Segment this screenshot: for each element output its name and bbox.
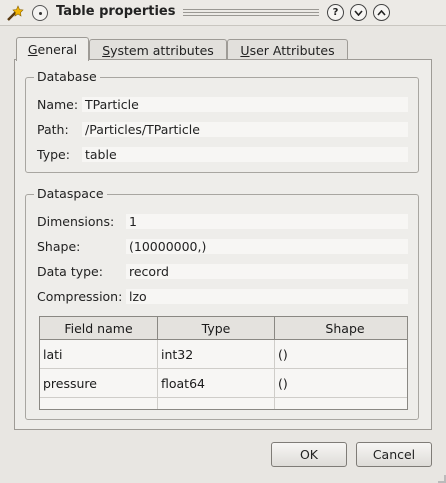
column-header-shape[interactable]: Shape	[275, 317, 407, 340]
fields-table[interactable]: Field name Type Shape lati int32 () pres…	[39, 316, 408, 410]
title-bar-grip	[183, 9, 319, 17]
tab-user-attributes-label: ser Attributes	[249, 42, 335, 58]
datatype-field[interactable]: record	[126, 264, 408, 279]
tab-general[interactable]: General	[16, 37, 89, 61]
resize-grip[interactable]	[438, 475, 446, 483]
table-cell[interactable]	[275, 398, 407, 409]
path-label: Path:	[37, 122, 69, 137]
tab-user-attributes[interactable]: User Attributes	[227, 39, 348, 60]
window-menu-icon[interactable]	[32, 5, 48, 21]
title-bar[interactable]: Table properties ?	[0, 0, 446, 26]
dataspace-group-title: Dataspace	[34, 186, 107, 201]
datatype-label: Data type:	[37, 264, 103, 279]
tab-general-mnemonic: G	[27, 42, 38, 57]
table-cell[interactable]	[158, 398, 275, 409]
tab-user-attributes-mnemonic: U	[240, 42, 250, 58]
wand-icon	[7, 5, 24, 21]
compression-field[interactable]: lzo	[126, 289, 408, 304]
table-cell[interactable]	[40, 398, 158, 409]
shape-field[interactable]: (10000000,)	[126, 239, 408, 254]
cancel-button[interactable]: Cancel	[356, 442, 432, 467]
database-group-title: Database	[34, 69, 100, 84]
compression-label: Compression:	[37, 289, 123, 304]
type-label: Type:	[37, 147, 70, 162]
type-field[interactable]: table	[82, 147, 408, 162]
table-cell[interactable]: pressure	[40, 369, 158, 398]
table-cell[interactable]: lati	[40, 340, 158, 369]
tab-system-attributes[interactable]: System attributes	[89, 39, 227, 60]
general-tab-panel: Database Name: TParticle Path: /Particle…	[14, 59, 432, 430]
chevron-down-icon	[354, 9, 363, 16]
dimensions-label: Dimensions:	[37, 214, 115, 229]
tab-system-attributes-label: ystem attributes	[110, 42, 214, 58]
ok-button[interactable]: OK	[271, 442, 347, 467]
tab-system-attributes-mnemonic: S	[102, 42, 111, 58]
path-field[interactable]: /Particles/TParticle	[82, 122, 408, 137]
minimize-button[interactable]	[350, 4, 367, 21]
name-field[interactable]: TParticle	[82, 97, 408, 112]
table-cell[interactable]: ()	[275, 340, 407, 369]
table-cell[interactable]: float64	[158, 369, 275, 398]
help-icon: ?	[332, 6, 339, 18]
tab-general-label: eneral	[37, 42, 78, 57]
maximize-button[interactable]	[373, 4, 390, 21]
name-label: Name:	[37, 97, 79, 112]
shape-label: Shape:	[37, 239, 81, 254]
table-cell[interactable]: ()	[275, 369, 407, 398]
table-cell[interactable]: int32	[158, 340, 275, 369]
help-button[interactable]: ?	[327, 4, 344, 21]
chevron-up-icon	[377, 9, 386, 16]
window-title: Table properties	[56, 4, 176, 19]
column-header-type[interactable]: Type	[158, 317, 275, 340]
column-header-field-name[interactable]: Field name	[40, 317, 158, 340]
dimensions-field[interactable]: 1	[126, 214, 408, 229]
